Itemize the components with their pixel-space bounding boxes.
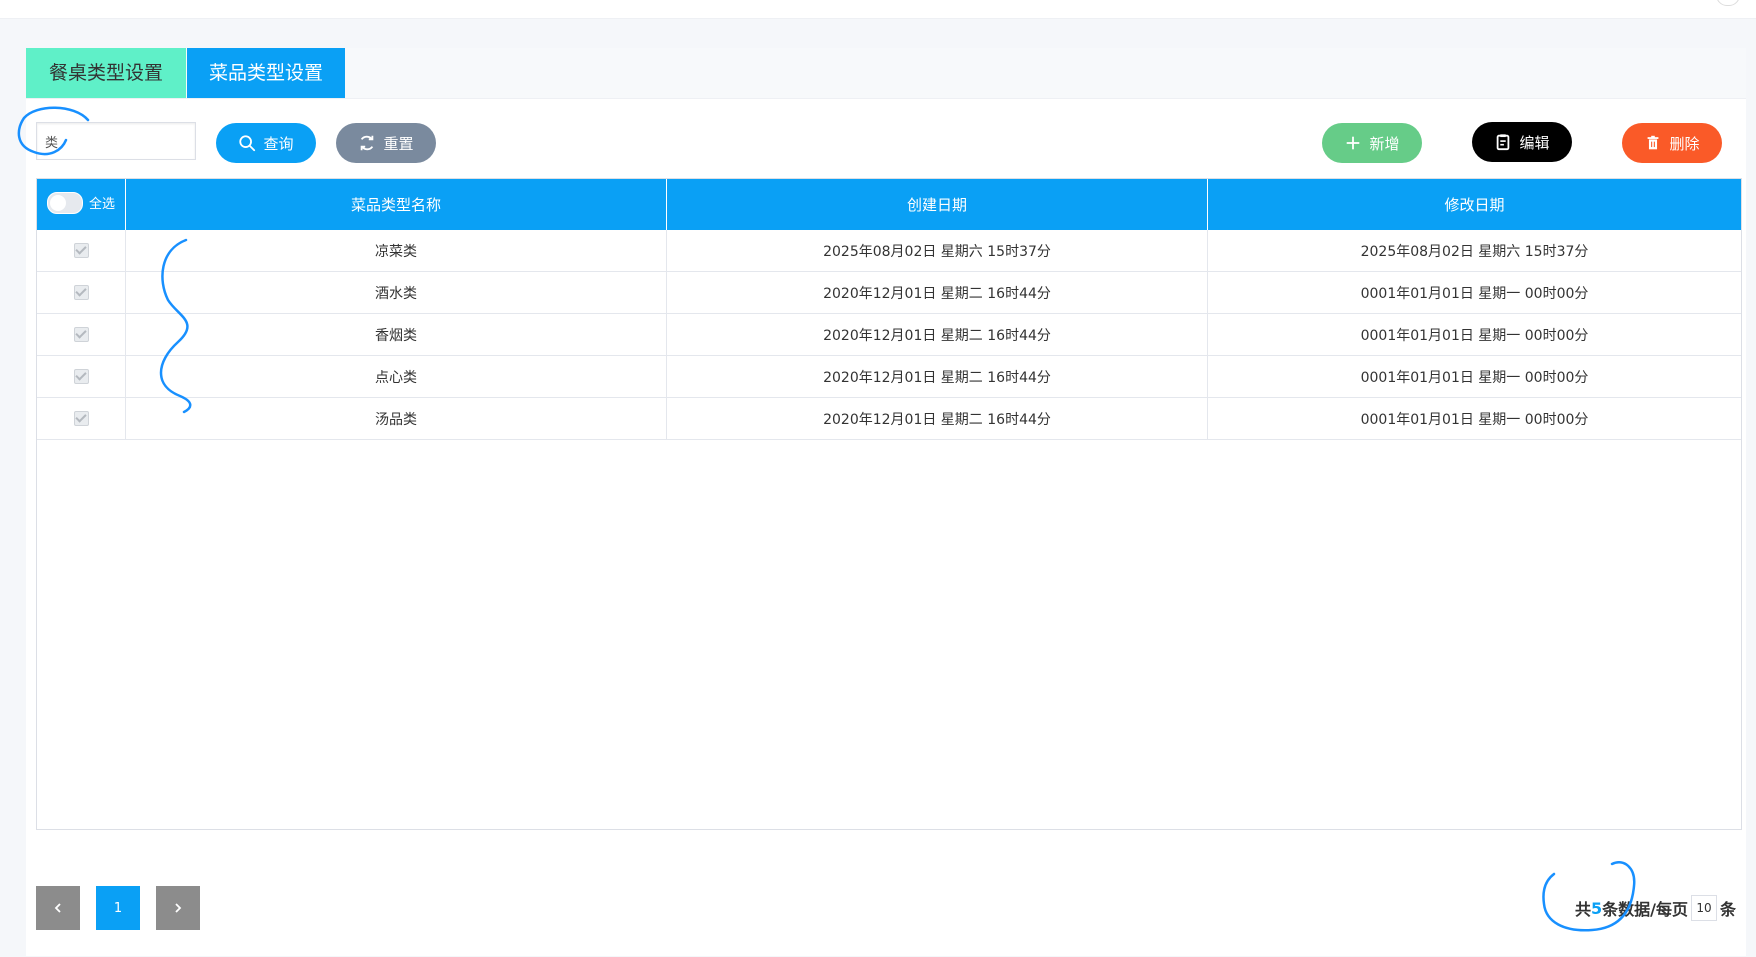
clipboard-edit-icon (1497, 134, 1510, 151)
table-row[interactable]: 点心类 2020年12月01日 星期二 16时44分 0001年01月01日 星… (37, 355, 1741, 398)
total-count: 5 (1590, 898, 1603, 918)
pagination-page-button[interactable]: 1 (96, 886, 140, 930)
delete-button[interactable]: 删除 (1622, 123, 1722, 163)
select-all-toggle[interactable] (46, 191, 83, 214)
pagination-prev-button[interactable] (36, 886, 80, 930)
refresh-icon (361, 135, 374, 151)
chevron-right-icon (175, 903, 182, 913)
tab-bar: 餐桌类型设置 菜品类型设置 (26, 48, 1746, 99)
data-table: 全选 菜品类型名称 创建日期 修改日期 凉菜类 2025年08月02日 星期六 … (36, 178, 1742, 830)
search-input[interactable] (36, 122, 196, 160)
cell-name: 汤品类 (125, 397, 667, 440)
row-checkbox[interactable] (73, 369, 89, 384)
cell-modified: 0001年01月01日 星期一 00时00分 (1207, 397, 1741, 440)
cell-modified: 0001年01月01日 星期一 00时00分 (1207, 355, 1741, 398)
row-checkbox[interactable] (73, 411, 89, 426)
cell-modified: 2025年08月02日 星期六 15时37分 (1207, 230, 1741, 272)
select-all-label: 全选 (88, 197, 115, 212)
table-row[interactable]: 汤品类 2020年12月01日 星期二 16时44分 0001年01月01日 星… (37, 397, 1741, 440)
select-all-header: 全选 (37, 179, 126, 230)
top-bar (0, 0, 1756, 19)
plus-icon (1347, 136, 1360, 150)
row-checkbox-cell (37, 397, 126, 440)
add-button[interactable]: 新增 (1322, 123, 1422, 163)
pagination-summary: 共 5 条数据/每页 条 (1575, 894, 1736, 922)
cell-name: 凉菜类 (125, 230, 667, 272)
cell-created: 2020年12月01日 星期二 16时44分 (666, 313, 1208, 356)
select-all-toggle-wrap[interactable]: 全选 (46, 191, 115, 214)
query-button[interactable]: 查询 (216, 123, 316, 163)
cell-name: 香烟类 (125, 313, 667, 356)
column-header-modified[interactable]: 修改日期 (1207, 179, 1741, 230)
pagination-next-button[interactable] (156, 886, 200, 930)
reset-button-label: 重置 (383, 134, 414, 153)
row-checkbox[interactable] (73, 327, 89, 342)
row-checkbox[interactable] (73, 285, 89, 300)
page-size-input[interactable] (1690, 895, 1717, 921)
row-checkbox[interactable] (73, 243, 89, 258)
add-button-label: 新增 (1369, 134, 1400, 153)
cell-created: 2025年08月02日 星期六 15时37分 (666, 230, 1208, 272)
table-row[interactable]: 凉菜类 2025年08月02日 星期六 15时37分 2025年08月02日 星… (37, 230, 1741, 272)
cell-name: 点心类 (125, 355, 667, 398)
column-header-created[interactable]: 创建日期 (666, 179, 1208, 230)
chevron-left-icon (54, 903, 61, 913)
table-row[interactable]: 香烟类 2020年12月01日 星期二 16时44分 0001年01月01日 星… (37, 313, 1741, 356)
tab-dish-type-settings[interactable]: 菜品类型设置 (187, 48, 345, 98)
summary-prefix: 共 (1574, 900, 1591, 919)
cell-created: 2020年12月01日 星期二 16时44分 (666, 355, 1208, 398)
summary-suffix: 条 (1719, 900, 1736, 919)
table-header-row: 全选 菜品类型名称 创建日期 修改日期 (37, 179, 1741, 230)
summary-mid: 条数据/每页 (1602, 900, 1688, 919)
reset-button[interactable]: 重置 (336, 123, 436, 163)
delete-button-label: 删除 (1669, 134, 1700, 153)
cell-modified: 0001年01月01日 星期一 00时00分 (1207, 313, 1741, 356)
tab-table-type-settings[interactable]: 餐桌类型设置 (26, 48, 186, 98)
cell-created: 2020年12月01日 星期二 16时44分 (666, 397, 1208, 440)
row-checkbox-cell (37, 355, 126, 398)
column-header-name[interactable]: 菜品类型名称 (125, 179, 667, 230)
row-checkbox-cell (37, 230, 126, 272)
trash-icon (1648, 135, 1659, 150)
cell-created: 2020年12月01日 星期二 16时44分 (666, 271, 1208, 314)
query-button-label: 查询 (263, 134, 294, 153)
main-panel: 餐桌类型设置 菜品类型设置 查询 重置 新增 编 (26, 48, 1746, 956)
search-icon (239, 135, 256, 152)
cell-modified: 0001年01月01日 星期一 00时00分 (1207, 271, 1741, 314)
edit-button-label: 编辑 (1519, 133, 1550, 152)
edit-button[interactable]: 编辑 (1472, 122, 1572, 162)
row-checkbox-cell (37, 271, 126, 314)
dish-type-table: 全选 菜品类型名称 创建日期 修改日期 凉菜类 2025年08月02日 星期六 … (37, 179, 1741, 440)
row-checkbox-cell (37, 313, 126, 356)
table-row[interactable]: 酒水类 2020年12月01日 星期二 16时44分 0001年01月01日 星… (37, 271, 1741, 314)
cell-name: 酒水类 (125, 271, 667, 314)
corner-indicator (1716, 0, 1740, 6)
